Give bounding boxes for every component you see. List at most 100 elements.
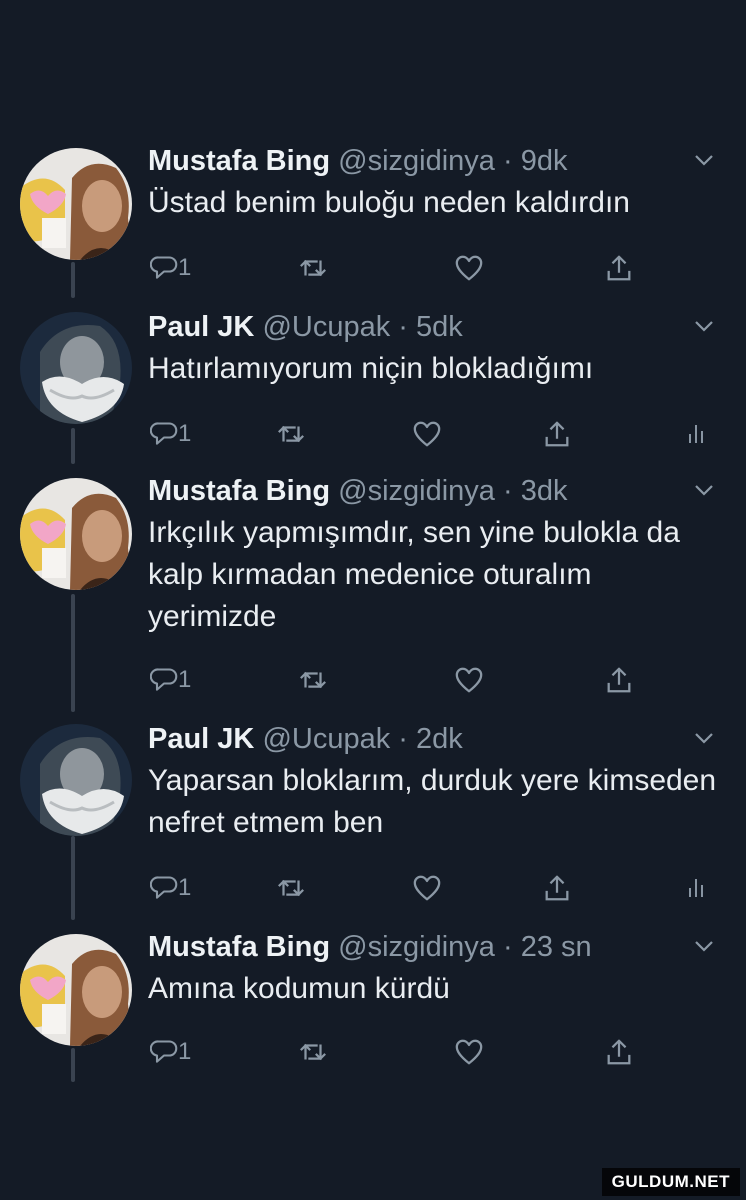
share-icon xyxy=(542,419,572,449)
action-bar: 1 xyxy=(148,248,708,288)
avatar[interactable] xyxy=(20,478,132,590)
reply-count: 1 xyxy=(178,874,192,901)
user-handle[interactable]: @Ucupak xyxy=(262,311,390,343)
action-bar: 1 xyxy=(148,868,708,908)
heart-icon xyxy=(454,665,484,695)
chevron-down-icon[interactable] xyxy=(692,314,716,338)
action-bar: 1 xyxy=(148,414,708,454)
timestamp[interactable]: 2dk xyxy=(416,723,463,755)
like-button[interactable] xyxy=(454,660,484,700)
tweet[interactable]: Mustafa Bing @sizgidinya · 23 sn Amına k… xyxy=(148,930,726,1065)
tweet-header: Mustafa Bing @sizgidinya · 3dk xyxy=(148,474,726,508)
action-bar: 1 xyxy=(148,1032,708,1072)
analytics-icon xyxy=(684,420,708,448)
like-button[interactable] xyxy=(412,414,442,454)
reply-count: 1 xyxy=(178,254,192,281)
thread-line xyxy=(71,836,75,920)
retweet-icon xyxy=(298,1037,328,1067)
like-button[interactable] xyxy=(412,868,442,908)
chevron-down-icon[interactable] xyxy=(692,478,716,502)
tweet[interactable]: Paul JK @Ucupak · 2dk Yaparsan bloklarım… xyxy=(148,722,726,901)
tweet-text: Hatırlamıyorum niçin blokladığımı xyxy=(148,352,594,385)
avatar[interactable] xyxy=(20,312,132,424)
timestamp[interactable]: 23 sn xyxy=(521,931,592,963)
retweet-button[interactable] xyxy=(298,660,328,700)
share-icon xyxy=(604,1037,634,1067)
heart-icon xyxy=(454,1037,484,1067)
reply-icon xyxy=(150,874,178,902)
share-icon xyxy=(604,665,634,695)
share-button[interactable] xyxy=(604,1032,634,1072)
reply-button[interactable]: 1 xyxy=(150,1032,191,1072)
share-button[interactable] xyxy=(604,660,634,700)
avatar[interactable] xyxy=(20,724,132,836)
reply-icon xyxy=(150,420,178,448)
tweet-header: Paul JK @Ucupak · 2dk xyxy=(148,722,726,756)
share-button[interactable] xyxy=(542,414,572,454)
avatar[interactable] xyxy=(20,934,132,1046)
chevron-down-icon[interactable] xyxy=(692,148,716,172)
reply-count: 1 xyxy=(178,420,192,447)
analytics-button[interactable] xyxy=(684,414,708,454)
reply-count: 1 xyxy=(178,666,192,693)
tweet-header: Mustafa Bing @sizgidinya · 9dk xyxy=(148,144,726,178)
reply-button[interactable]: 1 xyxy=(150,248,191,288)
reply-button[interactable]: 1 xyxy=(150,660,191,700)
user-handle[interactable]: @sizgidinya xyxy=(338,475,495,507)
tweet-text: Yaparsan bloklarım, durduk yere kimseden… xyxy=(148,764,717,839)
analytics-button[interactable] xyxy=(684,868,708,908)
timestamp[interactable]: 9dk xyxy=(521,145,568,177)
user-name[interactable]: Mustafa Bing xyxy=(148,475,330,507)
thread-line xyxy=(71,1048,75,1082)
chevron-down-icon[interactable] xyxy=(692,934,716,958)
retweet-icon xyxy=(276,419,306,449)
retweet-icon xyxy=(298,253,328,283)
user-name[interactable]: Paul JK xyxy=(148,723,254,755)
chevron-down-icon[interactable] xyxy=(692,726,716,750)
thread-line xyxy=(71,594,75,712)
user-name[interactable]: Paul JK xyxy=(148,311,254,343)
tweet-header: Paul JK @Ucupak · 5dk xyxy=(148,310,726,344)
separator-dot: · xyxy=(502,145,513,177)
user-name[interactable]: Mustafa Bing xyxy=(148,145,330,177)
tweet-text: Irkçılık yapmışımdır, sen yine bulokla d… xyxy=(148,516,680,633)
separator-dot: · xyxy=(502,931,513,963)
share-button[interactable] xyxy=(542,868,572,908)
retweet-button[interactable] xyxy=(298,1032,328,1072)
tweet[interactable]: Mustafa Bing @sizgidinya · 9dk Üstad ben… xyxy=(148,144,726,281)
separator-dot: · xyxy=(398,311,408,343)
retweet-button[interactable] xyxy=(276,868,306,908)
action-bar: 1 xyxy=(148,660,708,700)
heart-icon xyxy=(412,873,442,903)
heart-icon xyxy=(454,253,484,283)
reply-button[interactable]: 1 xyxy=(150,868,191,908)
retweet-button[interactable] xyxy=(298,248,328,288)
share-button[interactable] xyxy=(604,248,634,288)
thread-line xyxy=(71,428,75,464)
share-icon xyxy=(604,253,634,283)
reply-button[interactable]: 1 xyxy=(150,414,191,454)
user-handle[interactable]: @sizgidinya xyxy=(338,145,495,177)
tweet-header: Mustafa Bing @sizgidinya · 23 sn xyxy=(148,930,726,964)
user-handle[interactable]: @sizgidinya xyxy=(338,931,495,963)
user-handle[interactable]: @Ucupak xyxy=(262,723,390,755)
retweet-icon xyxy=(276,873,306,903)
separator-dot: · xyxy=(502,475,513,507)
avatar[interactable] xyxy=(20,148,132,260)
thread-line xyxy=(71,262,75,298)
user-name[interactable]: Mustafa Bing xyxy=(148,931,330,963)
like-button[interactable] xyxy=(454,248,484,288)
share-icon xyxy=(542,873,572,903)
reply-count: 1 xyxy=(178,1038,192,1065)
tweet[interactable]: Paul JK @Ucupak · 5dk Hatırlamıyorum niç… xyxy=(148,310,726,447)
tweet-text: Üstad benim buloğu neden kaldırdın xyxy=(148,186,630,219)
retweet-button[interactable] xyxy=(276,414,306,454)
reply-icon xyxy=(150,1038,178,1066)
timestamp[interactable]: 3dk xyxy=(521,475,568,507)
watermark: GULDUM.NET xyxy=(601,1168,740,1196)
retweet-icon xyxy=(298,665,328,695)
heart-icon xyxy=(412,419,442,449)
like-button[interactable] xyxy=(454,1032,484,1072)
timestamp[interactable]: 5dk xyxy=(416,311,463,343)
tweet[interactable]: Mustafa Bing @sizgidinya · 3dk Irkçılık … xyxy=(148,474,726,693)
